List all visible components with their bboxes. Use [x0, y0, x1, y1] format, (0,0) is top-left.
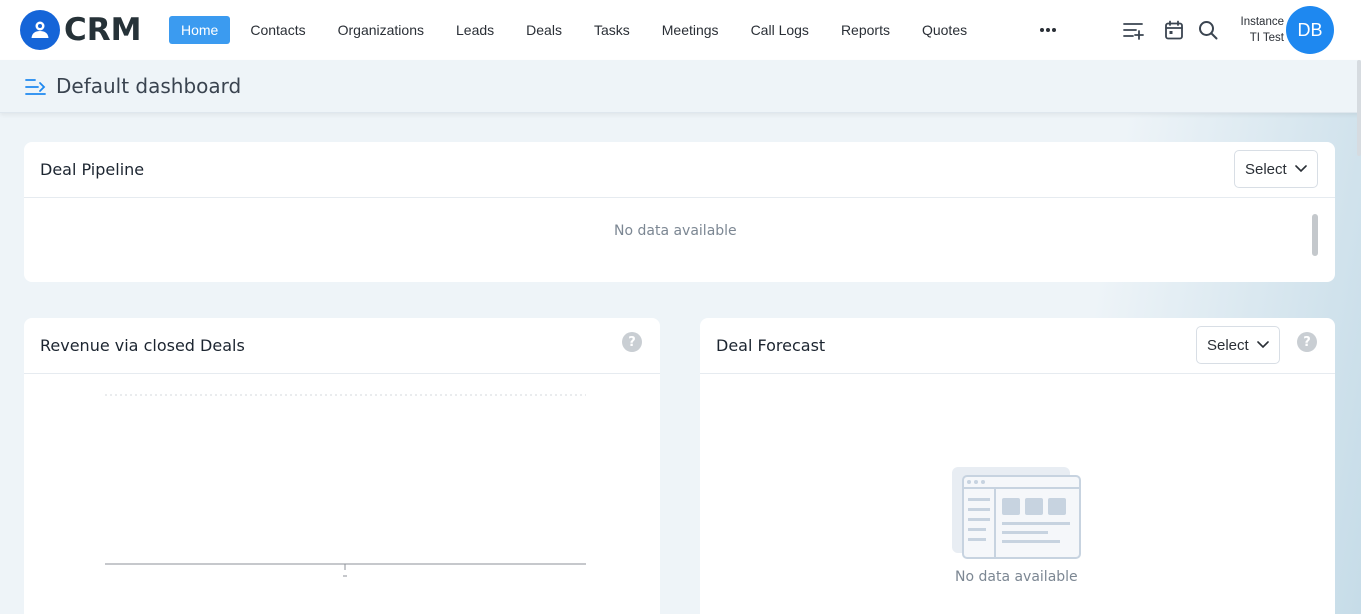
- select-label: Select: [1207, 336, 1249, 354]
- nav-quotes[interactable]: Quotes: [910, 16, 979, 44]
- logo-text: CRM: [64, 12, 142, 48]
- nav-reports[interactable]: Reports: [829, 16, 902, 44]
- deal-pipeline-card: Deal Pipeline Select No data available: [24, 142, 1335, 282]
- card-title: Deal Forecast: [716, 336, 826, 355]
- search-icon[interactable]: [1196, 18, 1220, 42]
- empty-dashboard-illustration-icon: [952, 467, 1081, 559]
- nav-meetings[interactable]: Meetings: [650, 16, 731, 44]
- nav-contacts[interactable]: Contacts: [238, 16, 317, 44]
- nav-tasks[interactable]: Tasks: [582, 16, 642, 44]
- nav-deals[interactable]: Deals: [514, 16, 574, 44]
- page-scrollbar[interactable]: [1357, 60, 1361, 156]
- instance-value: TI Test: [1249, 32, 1284, 44]
- logo-user-icon: [20, 10, 60, 50]
- help-icon[interactable]: ?: [1297, 332, 1317, 352]
- page-title: Default dashboard: [56, 74, 242, 98]
- scrollbar[interactable]: [1312, 214, 1318, 256]
- nav-call-logs[interactable]: Call Logs: [739, 16, 821, 44]
- select-label: Select: [1245, 160, 1287, 178]
- deal-forecast-card: Deal Forecast Select ? No data available: [700, 318, 1335, 614]
- forecast-select-dropdown[interactable]: Select: [1196, 326, 1280, 364]
- revenue-chart: [105, 394, 586, 577]
- chevron-down-icon: [1294, 165, 1307, 173]
- calendar-icon[interactable]: [1162, 18, 1186, 42]
- pipeline-select-dropdown[interactable]: Select: [1234, 150, 1318, 188]
- add-list-icon[interactable]: [1121, 18, 1145, 42]
- empty-state-text: No data available: [614, 223, 737, 239]
- card-header: Deal Pipeline Select: [24, 142, 1335, 198]
- app-logo[interactable]: CRM: [20, 10, 141, 50]
- more-horizontal-icon[interactable]: [1037, 19, 1059, 41]
- chevron-down-icon: [1256, 341, 1269, 349]
- main-nav: Home Contacts Organizations Leads Deals …: [169, 16, 979, 44]
- top-navigation-bar: CRM Home Contacts Organizations Leads De…: [0, 0, 1361, 60]
- sidebar-toggle-icon[interactable]: [25, 77, 47, 97]
- avatar[interactable]: DB: [1286, 6, 1334, 54]
- instance-name: Instance TI Test: [1222, 14, 1284, 46]
- nav-home[interactable]: Home: [169, 16, 231, 44]
- card-header: Revenue via closed Deals ?: [24, 318, 660, 374]
- dashboard-header: Default dashboard: [0, 60, 1361, 113]
- nav-organizations[interactable]: Organizations: [326, 16, 436, 44]
- instance-label: Instance: [1240, 16, 1284, 28]
- nav-leads[interactable]: Leads: [444, 16, 506, 44]
- help-icon[interactable]: ?: [622, 332, 642, 352]
- revenue-card: Revenue via closed Deals ?: [24, 318, 660, 614]
- card-header: Deal Forecast Select ?: [700, 318, 1335, 374]
- card-title: Revenue via closed Deals: [40, 336, 245, 355]
- card-title: Deal Pipeline: [40, 160, 145, 179]
- empty-state-text: No data available: [955, 569, 1078, 585]
